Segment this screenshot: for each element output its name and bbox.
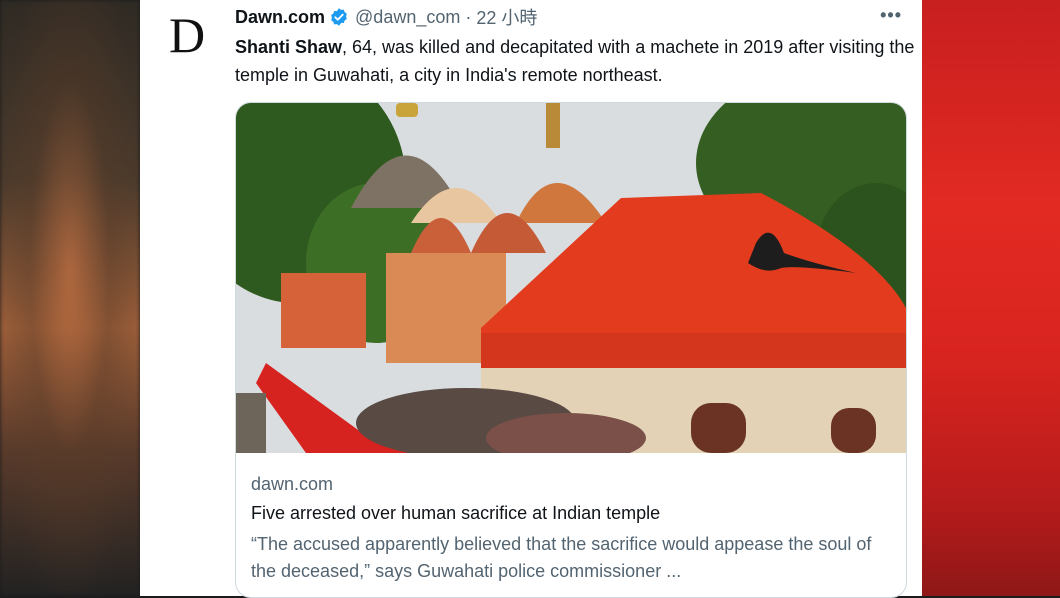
avatar-letter: D bbox=[168, 7, 206, 63]
verified-badge-icon bbox=[331, 8, 347, 26]
link-card[interactable]: dawn.com Five arrested over human sacrif… bbox=[235, 102, 907, 598]
tweet-timestamp[interactable]: 22 小時 bbox=[476, 4, 537, 30]
card-title[interactable]: Five arrested over human sacrifice at In… bbox=[251, 503, 660, 524]
card-domain[interactable]: dawn.com bbox=[251, 474, 333, 495]
tweet[interactable]: D Dawn.com @dawn_com · 22 小時 ••• Shanti … bbox=[140, 0, 922, 598]
blurred-background-right bbox=[922, 0, 1060, 596]
avatar[interactable]: D bbox=[160, 7, 214, 63]
tweet-text: Shanti Shaw, 64, was killed and decapita… bbox=[235, 33, 915, 89]
more-icon[interactable]: ••• bbox=[880, 5, 902, 26]
author-handle[interactable]: @dawn_com bbox=[355, 7, 460, 28]
author-name[interactable]: Dawn.com bbox=[235, 7, 325, 28]
tweet-header: Dawn.com @dawn_com · 22 小時 ••• bbox=[235, 5, 902, 29]
blurred-background-left bbox=[0, 0, 140, 596]
card-image-temple[interactable] bbox=[236, 103, 906, 453]
header-separator: · bbox=[465, 6, 472, 27]
card-description[interactable]: “The accused apparently believed that th… bbox=[251, 531, 891, 585]
tweet-text-bold: Shanti Shaw bbox=[235, 37, 343, 57]
